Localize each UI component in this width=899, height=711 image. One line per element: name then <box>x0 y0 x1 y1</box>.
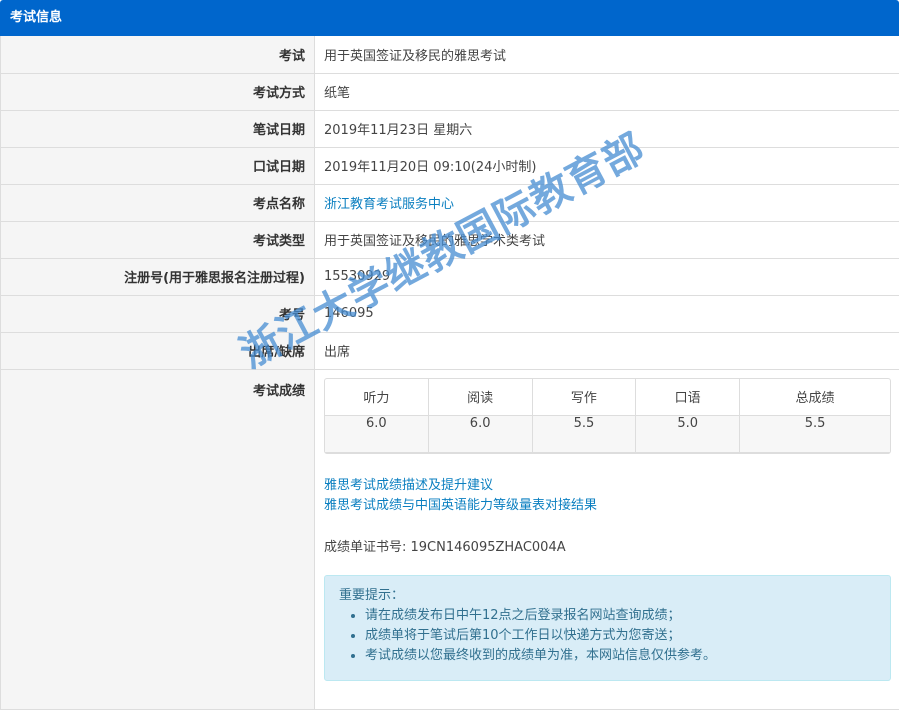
scores-value-row: 6.0 6.0 5.5 5.0 5.5 <box>325 415 890 453</box>
list-item: 成绩单将于笔试后第10个工作日以快递方式为您寄送； <box>365 626 876 646</box>
important-notice: 重要提示： 请在成绩发布日中午12点之后登录报名网站查询成绩； 成绩单将于笔试后… <box>324 574 891 681</box>
certificate-number: 成绩单证书号: 19CN146095ZHAC004A <box>324 539 566 555</box>
notice-title: 重要提示： <box>339 587 405 603</box>
scores-table: 听力 阅读 写作 口语 总成绩 6.0 6.0 5.5 5.0 5.5 <box>324 377 891 454</box>
registration-number-value: 15530929 <box>314 258 899 296</box>
writing-header: 写作 <box>532 378 637 416</box>
exam-type-value: 用于英国签证及移民的雅思学术类考试 <box>314 221 899 259</box>
notice-list: 请在成绩发布日中午12点之后登录报名网站查询成绩； 成绩单将于笔试后第10个工作… <box>365 606 876 666</box>
table-row: 考点名称 浙江教育考试服务中心 <box>0 184 899 222</box>
registration-number-label: 注册号(用于雅思报名注册过程) <box>0 258 315 296</box>
written-date-value: 2019年11月23日 星期六 <box>314 110 899 148</box>
list-item: 请在成绩发布日中午12点之后登录报名网站查询成绩； <box>365 606 876 626</box>
table-row: 出席/缺席 出席 <box>0 332 899 370</box>
test-center-cell: 浙江教育考试服务中心 <box>314 184 899 222</box>
table-row: 考试成绩 听力 阅读 写作 口语 总成绩 6.0 6.0 5.5 5.0 5.5 <box>0 369 899 710</box>
cse-mapping-link[interactable]: 雅思考试成绩与中国英语能力等级量表对接结果 <box>324 498 597 513</box>
scores-header-row: 听力 阅读 写作 口语 总成绩 <box>325 378 890 416</box>
scores-cell: 听力 阅读 写作 口语 总成绩 6.0 6.0 5.5 5.0 5.5 雅思考试… <box>314 369 899 710</box>
table-row: 考试方式 纸笔 <box>0 73 899 111</box>
attendance-value: 出席 <box>314 332 899 370</box>
overall-score: 5.5 <box>740 415 890 453</box>
score-description-link[interactable]: 雅思考试成绩描述及提升建议 <box>324 478 493 493</box>
reading-score: 6.0 <box>428 415 533 453</box>
table-row: 考号 146095 <box>0 295 899 333</box>
overall-header: 总成绩 <box>740 379 890 416</box>
table-row: 考试类型 用于英国签证及移民的雅思学术类考试 <box>0 221 899 259</box>
exam-info-table: 考试 用于英国签证及移民的雅思考试 考试方式 纸笔 笔试日期 2019年11月2… <box>0 36 899 710</box>
listening-score: 6.0 <box>325 415 429 453</box>
exam-value: 用于英国签证及移民的雅思考试 <box>314 36 899 74</box>
candidate-number-value: 146095 <box>314 295 899 333</box>
table-row: 注册号(用于雅思报名注册过程) 15530929 <box>0 258 899 296</box>
table-row: 笔试日期 2019年11月23日 星期六 <box>0 110 899 148</box>
listening-header: 听力 <box>325 378 429 416</box>
table-row: 考试 用于英国签证及移民的雅思考试 <box>0 36 899 74</box>
exam-type-label: 考试类型 <box>0 221 315 259</box>
attendance-label: 出席/缺席 <box>0 332 315 370</box>
reading-header: 阅读 <box>428 378 533 416</box>
written-date-label: 笔试日期 <box>0 110 315 148</box>
exam-mode-label: 考试方式 <box>0 73 315 111</box>
speaking-score: 5.0 <box>636 415 741 453</box>
candidate-number-label: 考号 <box>0 295 315 333</box>
exam-label: 考试 <box>0 36 315 74</box>
section-header: 考试信息 <box>0 0 899 36</box>
speaking-header: 口语 <box>636 378 741 416</box>
test-center-label: 考点名称 <box>0 184 315 222</box>
speaking-date-value: 2019年11月20日 09:10(24小时制) <box>314 147 899 185</box>
list-item: 考试成绩以您最终收到的成绩单为准，本网站信息仅供参考。 <box>365 646 876 666</box>
test-center-link[interactable]: 浙江教育考试服务中心 <box>324 197 454 212</box>
score-links: 雅思考试成绩描述及提升建议 雅思考试成绩与中国英语能力等级量表对接结果 <box>324 476 899 516</box>
writing-score: 5.5 <box>532 415 637 453</box>
scores-label: 考试成绩 <box>0 369 315 710</box>
table-row: 口试日期 2019年11月20日 09:10(24小时制) <box>0 147 899 185</box>
exam-mode-value: 纸笔 <box>314 73 899 111</box>
speaking-date-label: 口试日期 <box>0 147 315 185</box>
